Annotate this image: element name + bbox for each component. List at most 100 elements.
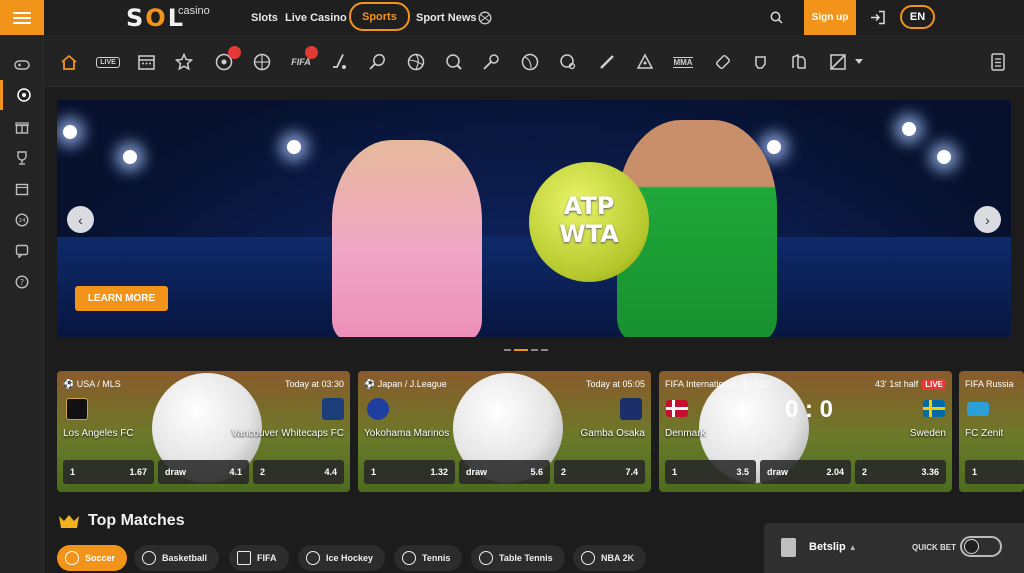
soccer-hot-icon[interactable] (211, 46, 241, 75)
dota-icon[interactable] (825, 49, 851, 75)
chip-fifa[interactable]: FIFA (229, 545, 289, 571)
banner-dot-active[interactable] (514, 349, 528, 351)
sports-icon-bar: LIVE FIFA MMA (44, 35, 1024, 87)
logo-subtitle: casino (178, 5, 210, 17)
odd-button-2[interactable]: 2 4.4 (253, 460, 344, 484)
hamburger-menu-button[interactable] (0, 0, 44, 35)
nav-sport-news[interactable]: Sport News (416, 0, 477, 35)
hockey-icon (306, 551, 320, 565)
betslip-toggle[interactable]: Betslip ▲ (809, 541, 857, 553)
nav-sports[interactable]: Sports (349, 2, 410, 31)
top-matches-title: Top Matches (88, 512, 185, 529)
top-header: SOL casino Slots Live Casino Sports Spor… (44, 0, 1024, 35)
quick-bet-toggle[interactable] (960, 536, 1002, 557)
quick-bet-label: QUICK BET (912, 543, 956, 552)
table-tennis-icon (479, 551, 493, 565)
tennis-icon[interactable] (364, 49, 390, 75)
login-icon[interactable] (868, 0, 888, 35)
home-team-crest (66, 398, 88, 420)
match-status: 43' 1st half LIVE (875, 379, 946, 390)
chevron-up-icon: ▲ (848, 543, 857, 552)
female-tennis-player (332, 140, 482, 337)
chip-table-tennis[interactable]: Table Tennis (471, 545, 565, 571)
nav-slots[interactable]: Slots (251, 0, 278, 35)
match-card[interactable]: ⚽ Japan / J.League Today at 05:05 Yokoha… (358, 371, 651, 492)
darts-icon[interactable] (710, 49, 736, 75)
star-icon[interactable] (171, 49, 197, 75)
banner-dot[interactable] (504, 349, 511, 351)
chip-ice-hockey[interactable]: Ice Hockey (298, 545, 386, 571)
odd-button-2[interactable]: 2 3.36 (855, 460, 946, 484)
learn-more-button[interactable]: LEARN MORE (75, 286, 168, 311)
odd-button-1[interactable]: 1 3.5 (665, 460, 756, 484)
fifa-hot-icon[interactable]: FIFA (288, 46, 318, 75)
crown-icon (59, 515, 79, 528)
odd-button-draw[interactable]: draw 4.1 (158, 460, 249, 484)
language-selector[interactable]: EN (900, 5, 935, 29)
trophy-icon[interactable] (0, 143, 44, 173)
hockey-icon[interactable] (327, 49, 353, 75)
volleyball-icon[interactable] (403, 49, 429, 75)
badminton-icon[interactable] (478, 49, 504, 75)
chip-soccer[interactable]: Soccer (57, 545, 128, 571)
betslip-panel: Betslip ▲ QUICK BET (764, 523, 1024, 573)
gift-icon[interactable] (0, 112, 44, 142)
banner-dot[interactable] (531, 349, 538, 351)
sweden-flag (923, 400, 945, 417)
odd-button-draw[interactable]: draw 5.6 (459, 460, 550, 484)
match-card-partial[interactable]: FIFA Russia FC Zenit 1 (959, 371, 1024, 492)
rugby-icon[interactable] (517, 49, 543, 75)
odd-button-1[interactable]: 1 1.67 (63, 460, 154, 484)
odd-button-1[interactable]: 1 (965, 460, 1024, 484)
match-card-live[interactable]: FIFA International / EURO 43' 1st half LI… (659, 371, 952, 492)
boxing-icon[interactable] (748, 49, 774, 75)
banner-prev-button[interactable]: ‹ (67, 206, 94, 233)
toggle-knob (964, 539, 979, 554)
odd-button-2[interactable]: 2 7.4 (554, 460, 645, 484)
site-logo[interactable]: SOL (126, 4, 185, 32)
24h-icon[interactable]: 24 (0, 205, 44, 235)
match-time: Today at 05:05 (585, 379, 645, 389)
odd-button-1[interactable]: 1 1.32 (364, 460, 455, 484)
help-icon[interactable]: ? (0, 267, 44, 297)
away-team: Vancouver Whitecaps FC (231, 428, 344, 439)
banner-dot[interactable] (541, 349, 548, 351)
banner-next-button[interactable]: › (974, 206, 1001, 233)
mma-icon[interactable]: MMA (669, 49, 697, 75)
cricket-icon[interactable] (594, 49, 620, 75)
league-name: FIFA International / EURO (665, 379, 770, 389)
odd-button-draw[interactable]: draw 2.04 (760, 460, 851, 484)
league-name: ⚽ USA / MLS (63, 378, 121, 389)
basketball-icon[interactable] (249, 49, 275, 75)
stadium-light (123, 150, 137, 164)
chip-tennis[interactable]: Tennis (394, 545, 463, 571)
nav-live-casino[interactable]: Live Casino (285, 0, 347, 35)
signup-button[interactable]: Sign up (804, 0, 856, 35)
chat-icon[interactable] (0, 236, 44, 266)
away-team-crest (322, 398, 344, 420)
promo-banner[interactable]: ATP WTA ‹ › LEARN MORE (57, 100, 1011, 337)
esport-icon[interactable] (786, 49, 812, 75)
tennis-icon (402, 551, 416, 565)
calendar-icon[interactable] (0, 174, 44, 204)
hamburger-icon (13, 16, 31, 19)
calendar-icon[interactable] (133, 49, 159, 75)
search-icon[interactable] (766, 0, 786, 35)
stadium-light (937, 150, 951, 164)
soccer-icon[interactable] (0, 80, 44, 110)
home-icon[interactable] (56, 49, 82, 75)
home-team: FC Zenit (965, 428, 1004, 439)
match-card[interactable]: ⚽ USA / MLS Today at 03:30 Los Angeles F… (57, 371, 350, 492)
snooker-icon[interactable] (632, 49, 658, 75)
betslip-icon[interactable] (985, 49, 1011, 75)
chevron-down-icon[interactable] (852, 49, 866, 75)
fifa-label: FIFA (291, 57, 311, 67)
gamepad-icon[interactable] (0, 50, 44, 80)
table-tennis-icon[interactable] (441, 49, 467, 75)
golf-icon[interactable] (555, 49, 581, 75)
chip-basketball[interactable]: Basketball (134, 545, 220, 571)
away-team-crest (620, 398, 642, 420)
live-icon[interactable]: LIVE (95, 49, 121, 75)
stadium-light (63, 125, 77, 139)
chip-nba-2k[interactable]: NBA 2K (573, 545, 647, 571)
